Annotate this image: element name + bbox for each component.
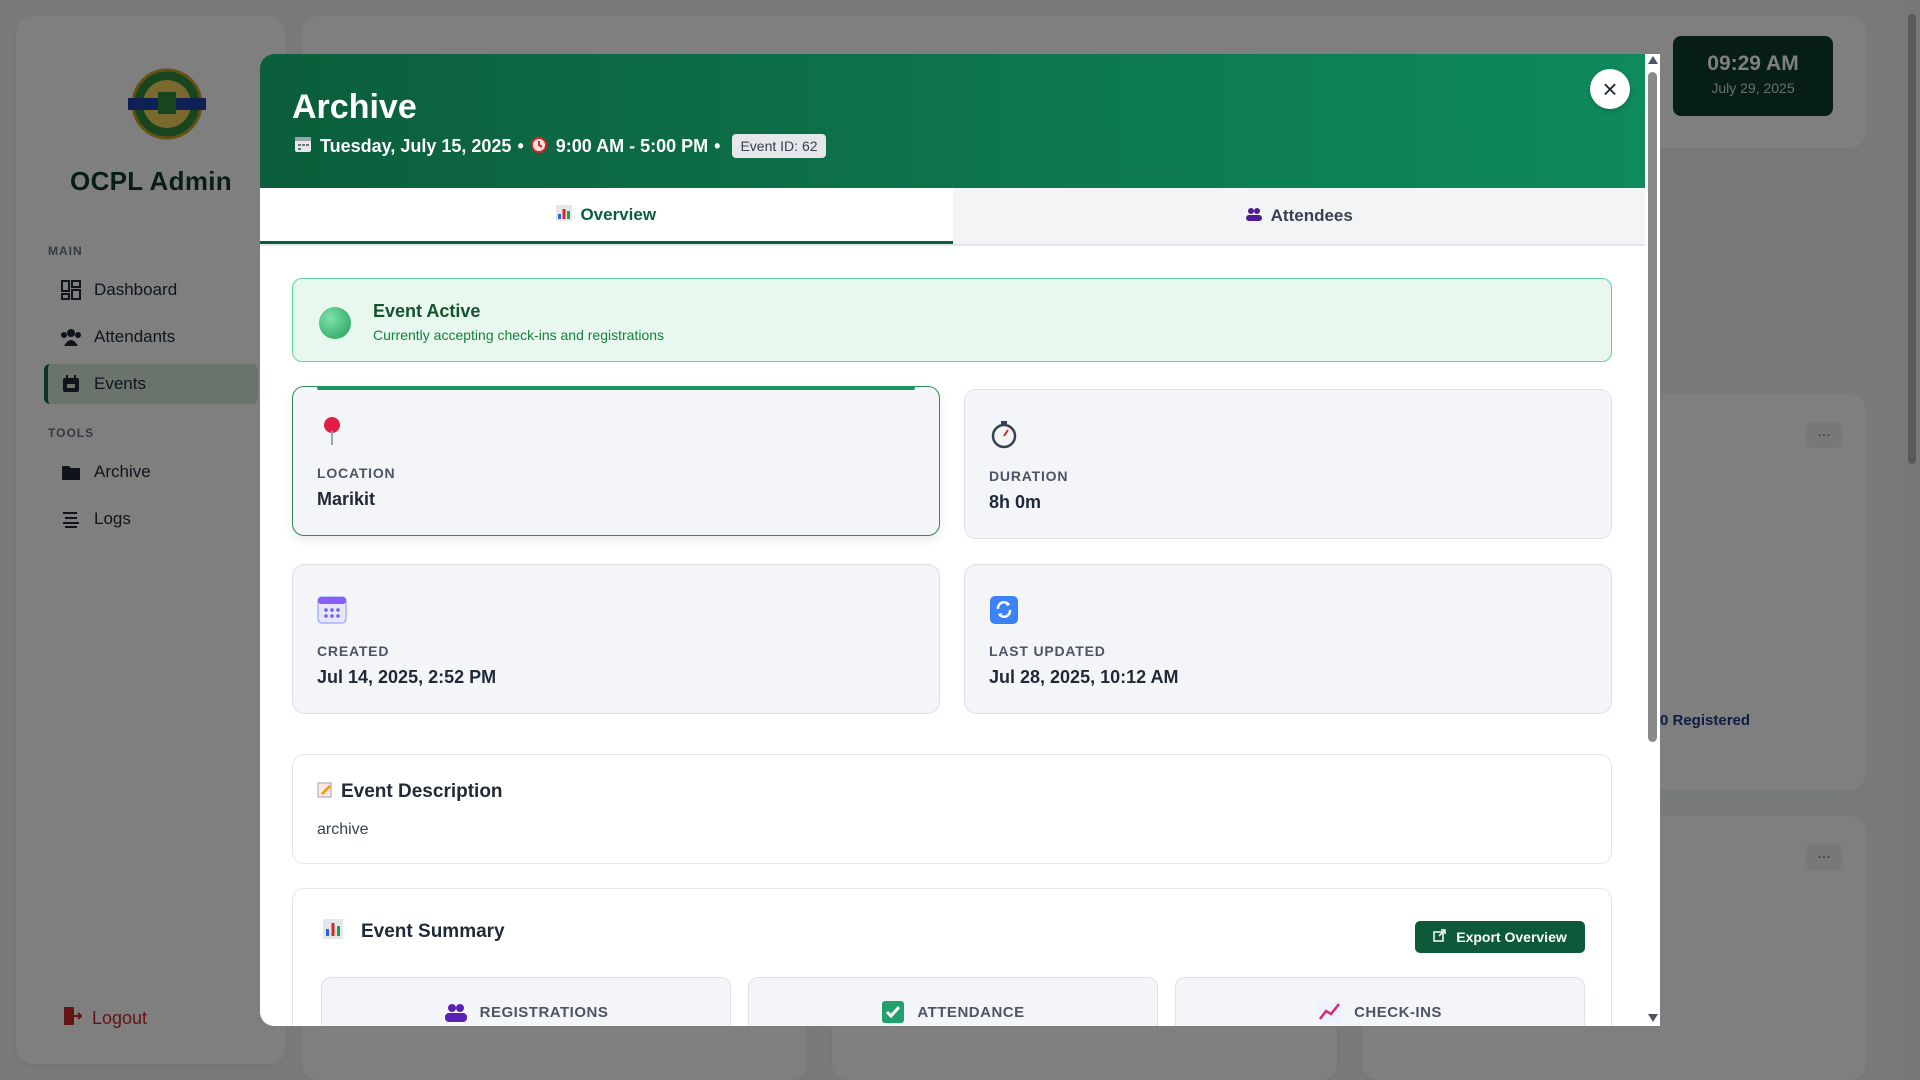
modal-scrollbar-thumb[interactable]	[1648, 72, 1657, 742]
close-button[interactable]: ×	[1590, 69, 1630, 109]
people-icon	[1245, 207, 1263, 225]
modal-title: Archive	[292, 88, 417, 126]
description-heading: Event Description	[317, 781, 503, 803]
info-label: LAST UPDATED	[989, 643, 1106, 659]
scroll-up-icon[interactable]	[1648, 56, 1658, 64]
chart-icon	[556, 204, 573, 225]
scroll-down-icon[interactable]	[1648, 1014, 1658, 1022]
export-overview-button[interactable]: Export Overview	[1415, 921, 1585, 953]
calendar-icon	[294, 135, 312, 158]
tab-label: Overview	[580, 204, 657, 224]
trend-icon	[1318, 1000, 1343, 1024]
tab-label: Attendees	[1270, 206, 1353, 225]
event-date: Tuesday, July 15, 2025	[320, 135, 512, 156]
calendar-icon	[317, 596, 347, 624]
registrations-stat: REGISTRATIONS	[321, 977, 731, 1026]
info-label: CREATED	[317, 643, 390, 659]
event-id-badge: Event ID: 62	[732, 134, 826, 158]
location-card[interactable]: LOCATION Marikit	[292, 386, 940, 536]
info-value: Jul 14, 2025, 2:52 PM	[317, 667, 497, 687]
event-time: 9:00 AM - 5:00 PM	[555, 135, 709, 156]
event-status-banner: Event Active Currently accepting check-i…	[292, 278, 1612, 362]
info-value: 8h 0m	[989, 492, 1042, 512]
status-subtitle: Currently accepting check-ins and regist…	[373, 327, 665, 343]
memo-icon	[317, 782, 333, 803]
tab-attendees[interactable]: Attendees	[952, 188, 1645, 244]
event-meta: Tuesday, July 15, 2025 • 9:00 AM - 5:00 …	[294, 134, 826, 158]
attendance-stat: ATTENDANCE	[748, 977, 1158, 1026]
stat-label: REGISTRATIONS	[322, 1000, 730, 1024]
event-details-modal: Archive Tuesday, July 15, 2025 • 9:00 AM…	[260, 54, 1660, 1026]
description-title: Event Description	[341, 781, 503, 802]
tab-overview[interactable]: Overview	[260, 188, 953, 244]
separator: •	[714, 135, 721, 156]
stat-label: CHECK-INS	[1176, 1000, 1584, 1024]
pin-icon	[324, 417, 340, 445]
event-description-card: Event Description archive	[292, 754, 1612, 864]
event-summary-card: Event Summary Export Overview REGISTRATI…	[292, 888, 1612, 1026]
check-ins-stat: CHECK-INS	[1175, 977, 1585, 1026]
stat-label: ATTENDANCE	[749, 1000, 1157, 1024]
stat-label-text: CHECK-INS	[1354, 1003, 1442, 1021]
stat-label-text: ATTENDANCE	[917, 1003, 1025, 1021]
chart-icon	[323, 919, 343, 945]
export-label: Export Overview	[1456, 929, 1567, 945]
duration-card[interactable]: DURATION 8h 0m	[964, 389, 1612, 539]
info-label: DURATION	[989, 468, 1069, 484]
status-indicator-icon	[319, 307, 351, 339]
modal-tabs: Overview Attendees	[260, 188, 1645, 246]
info-value: Jul 28, 2025, 10:12 AM	[989, 667, 1179, 687]
status-title: Event Active	[373, 301, 481, 321]
people-icon	[444, 1000, 468, 1024]
separator: •	[517, 135, 524, 156]
description-text: archive	[317, 821, 369, 838]
stopwatch-icon	[991, 421, 1017, 449]
created-card[interactable]: CREATED Jul 14, 2025, 2:52 PM	[292, 564, 940, 714]
summary-title: Event Summary	[361, 921, 505, 942]
modal-header: Archive Tuesday, July 15, 2025 • 9:00 AM…	[260, 54, 1645, 188]
stat-label-text: REGISTRATIONS	[479, 1003, 609, 1021]
check-icon	[881, 1000, 905, 1024]
external-link-icon	[1433, 929, 1446, 945]
info-label: LOCATION	[317, 465, 396, 481]
last-updated-card[interactable]: LAST UPDATED Jul 28, 2025, 10:12 AM	[964, 564, 1612, 714]
refresh-icon	[990, 596, 1018, 624]
alarm-clock-icon	[530, 135, 548, 158]
modal-scrollbar[interactable]	[1645, 54, 1660, 1026]
summary-heading: Event Summary	[323, 919, 505, 945]
info-value: Marikit	[317, 489, 376, 509]
